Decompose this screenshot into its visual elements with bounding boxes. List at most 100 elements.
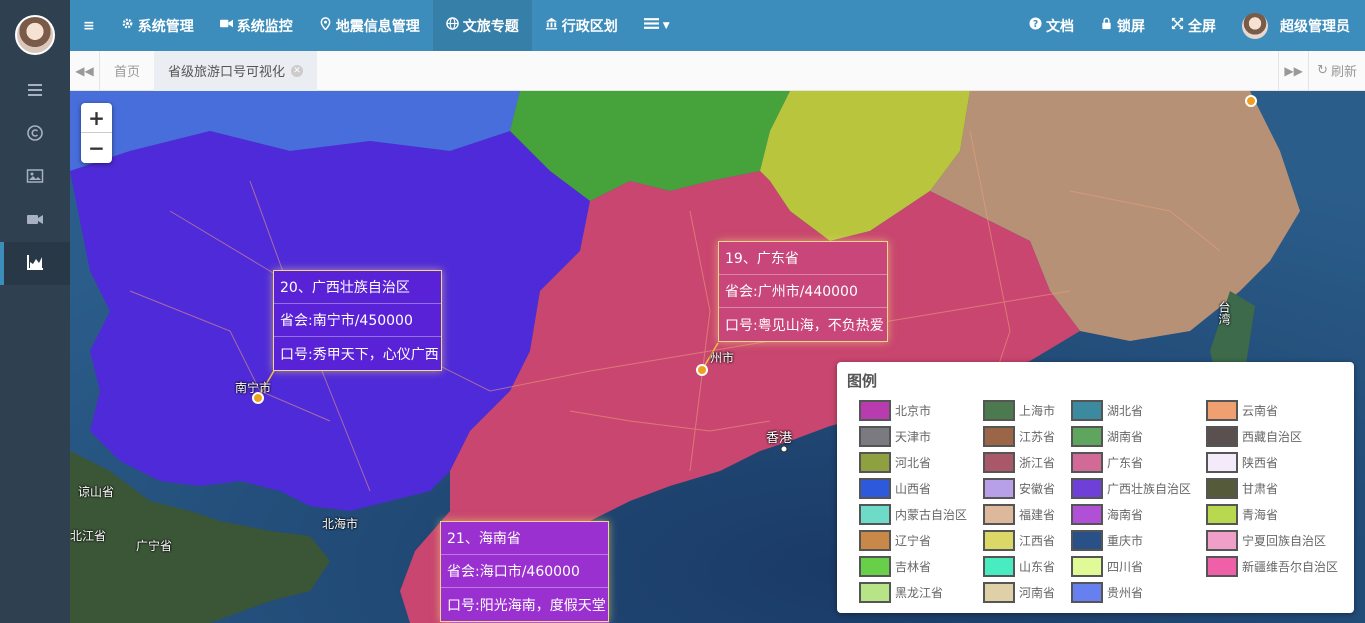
legend-entry: 山东省: [983, 556, 1055, 577]
legend-label: 新疆维吾尔自治区: [1242, 560, 1339, 574]
nav-item-label: 文旅专题: [462, 18, 519, 35]
guangzhou-label: 州市: [710, 351, 735, 365]
legend-label: 贵州省: [1107, 586, 1144, 600]
guangning-label: 广宁省: [136, 539, 173, 553]
legend-swatch: [859, 556, 891, 577]
sidebar-item-video[interactable]: [0, 199, 70, 242]
tabs-scroll-right-button[interactable]: ▶▶: [1278, 50, 1308, 91]
nav-item-culture-tourism[interactable]: 文旅专题: [432, 0, 532, 51]
popup-slogan: 口号:粤见山海，不负热爱: [725, 317, 884, 334]
legend-entry: 天津市: [859, 426, 931, 447]
legend-entry: 湖北省: [1071, 400, 1143, 421]
legend-label: 江西省: [1019, 534, 1056, 548]
hongkong-marker: [780, 445, 788, 453]
lock-label: 锁屏: [1117, 18, 1145, 35]
fuzhou-marker[interactable]: [1245, 95, 1257, 107]
legend-swatch: [1206, 556, 1238, 577]
legend-swatch: [1206, 426, 1238, 447]
legend-swatch: [1071, 530, 1103, 551]
zoom-out-button[interactable]: −: [81, 133, 112, 163]
legend-swatch: [859, 400, 891, 421]
legend-entry: 黑龙江省: [859, 582, 943, 603]
nav-item-system[interactable]: 系统管理: [108, 0, 207, 51]
sidebar-item-copyright[interactable]: [0, 113, 70, 156]
nav-toggle-button[interactable]: ≡: [70, 0, 108, 51]
lock-screen-button[interactable]: 锁屏: [1087, 0, 1158, 51]
legend-entry: 河南省: [983, 582, 1055, 603]
avatar[interactable]: [15, 15, 55, 55]
fullscreen-label: 全屏: [1188, 18, 1216, 35]
sidebar-item-image[interactable]: [0, 156, 70, 199]
image-icon: [26, 167, 44, 189]
user-menu[interactable]: 超级管理员: [1229, 0, 1365, 51]
legend-label: 北京市: [895, 404, 932, 418]
refresh-icon: ↻: [1317, 63, 1328, 78]
beihai-label: 北海市: [322, 517, 359, 531]
docs-button[interactable]: ? 文档: [1016, 0, 1087, 51]
nav-item-monitor[interactable]: 系统监控: [207, 0, 306, 51]
legend-entry: 青海省: [1206, 504, 1278, 525]
tabs-scroll-left-button[interactable]: ◀◀: [70, 50, 100, 91]
guangzhou-marker[interactable]: [696, 364, 708, 376]
popup-title: 19、广东省: [719, 242, 887, 275]
legend-label: 海南省: [1107, 508, 1144, 522]
legend-swatch: [983, 478, 1015, 499]
legend-swatch: [1071, 426, 1103, 447]
sidebar-item-chart[interactable]: [0, 242, 70, 285]
legend-entry: 广东省: [1071, 452, 1143, 473]
nav-item-label: 系统管理: [137, 18, 194, 35]
legend-label: 福建省: [1019, 508, 1056, 522]
double-chevron-right-icon: ▶▶: [1284, 63, 1303, 78]
legend-swatch: [983, 426, 1015, 447]
close-icon[interactable]: ✕: [291, 64, 304, 77]
popup-slogan: 口号:秀甲天下，心仪广西: [280, 346, 439, 363]
hongkong-label: 香港: [766, 431, 793, 446]
legend-swatch: [983, 400, 1015, 421]
legend-label: 江苏省: [1019, 430, 1056, 444]
video-icon: [26, 210, 44, 232]
popup-capital: 省会:海口市/460000: [441, 555, 608, 588]
map-legend: 图例 北京市 上海市 湖北省 云南省 天津市 江苏省 湖南省 西藏自治区 河北省 浙江省 广东省 陕西…: [837, 362, 1354, 613]
tab-province-slogans[interactable]: 省级旅游口号可视化 ✕: [154, 50, 318, 91]
legend-label: 云南省: [1242, 404, 1279, 418]
sidebar-avatar-container: [0, 0, 70, 70]
legend-swatch: [859, 504, 891, 525]
guangxi-popup[interactable]: 20、广西壮族自治区 省会:南宁市/450000 口号:秀甲天下，心仪广西: [273, 270, 442, 371]
guangdong-popup[interactable]: 19、广东省 省会:广州市/440000 口号:粤见山海，不负热爱: [718, 241, 888, 342]
legend-label: 湖南省: [1107, 430, 1144, 444]
nav-item-earthquake[interactable]: 地震信息管理: [306, 0, 433, 51]
beijiang-label: 北江省: [70, 529, 107, 543]
legend-swatch: [1071, 400, 1103, 421]
legend-entry: 内蒙古自治区: [859, 504, 967, 525]
legend-label: 广东省: [1107, 456, 1144, 470]
legend-swatch: [983, 556, 1015, 577]
legend-swatch: [859, 582, 891, 603]
legend-label: 天津市: [895, 430, 932, 444]
zoom-in-button[interactable]: +: [81, 103, 112, 133]
legend-label: 黑龙江省: [895, 586, 944, 600]
hainan-popup[interactable]: 21、海南省 省会:海口市/460000 口号:阳光海南，度假天堂: [440, 521, 609, 622]
legend-swatch: [1206, 400, 1238, 421]
lock-icon: [1100, 17, 1113, 34]
legend-swatch: [859, 478, 891, 499]
fullscreen-button[interactable]: 全屏: [1158, 0, 1229, 51]
legend-label: 山东省: [1019, 560, 1056, 574]
nav-item-label: 行政区划: [561, 18, 618, 35]
legend-entry: 福建省: [983, 504, 1055, 525]
double-chevron-left-icon: ◀◀: [75, 63, 94, 78]
sidebar-item-menu[interactable]: [0, 70, 70, 113]
tab-home[interactable]: 首页: [100, 51, 154, 91]
nav-more-dropdown[interactable]: ▼: [631, 0, 683, 51]
legend-entry: 宁夏回族自治区: [1206, 530, 1326, 551]
legend-swatch: [983, 504, 1015, 525]
nav-item-admin-division[interactable]: 行政区划: [532, 0, 631, 51]
legend-entry: 贵州省: [1071, 582, 1143, 603]
legend-label: 山西省: [895, 482, 932, 496]
legend-entry: 陕西省: [1206, 452, 1278, 473]
refresh-button[interactable]: ↻ 刷新: [1308, 50, 1365, 91]
bank-icon: [545, 17, 558, 34]
legend-entry: 上海市: [983, 400, 1055, 421]
legend-entry: 新疆维吾尔自治区: [1206, 556, 1338, 577]
legend-label: 甘肃省: [1242, 482, 1279, 496]
liangshan-label: 谅山省: [78, 485, 115, 499]
